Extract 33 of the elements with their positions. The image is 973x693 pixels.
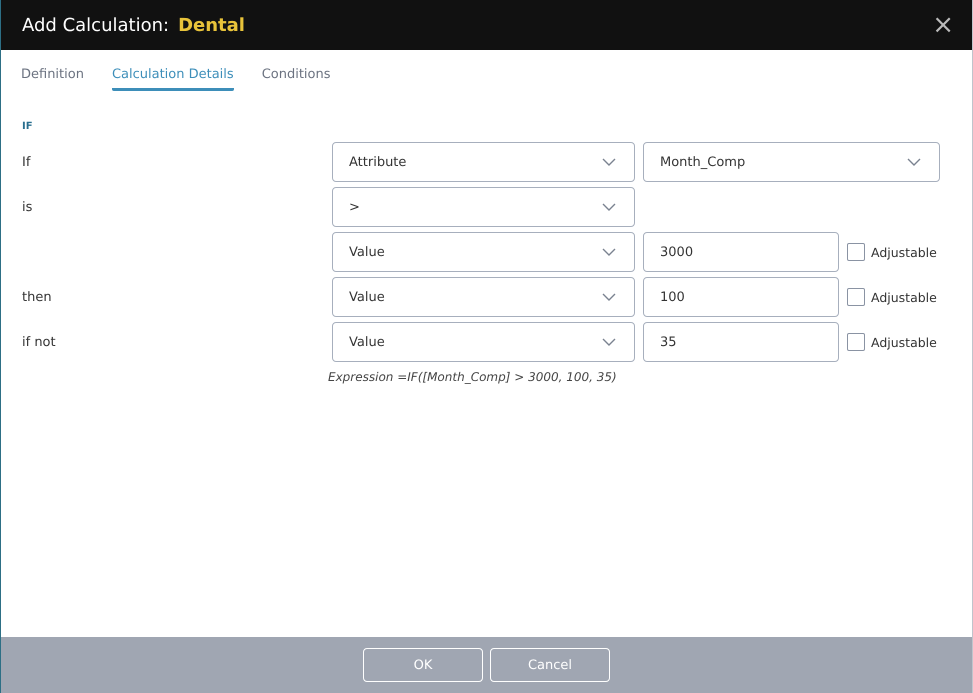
value-field[interactable]: 100 [643,277,839,317]
row-label: then [22,290,52,304]
dropdown[interactable]: Value [332,322,635,362]
chevron-down-icon [602,248,616,256]
dropdown[interactable]: Attribute [332,142,635,182]
checkbox-label: Adjustable [871,290,937,304]
chevron-down-icon [602,158,616,166]
checkbox-label: Adjustable [871,334,937,350]
row-label: If [22,154,30,170]
dropdown[interactable]: Value [332,232,635,272]
window-title: Add Calculation: [22,14,170,36]
checkbox[interactable] [847,243,865,261]
tab[interactable]: Calculation Details [112,65,234,91]
expression-text: Expression =IF([Month_Comp] > 3000, 100, 35) [328,370,618,384]
chevron-down-icon [602,293,616,301]
row-label: is [22,200,32,214]
tab[interactable]: Definition [21,65,84,91]
checkbox[interactable] [847,333,865,351]
dropdown[interactable]: Month_Comp [643,142,940,182]
chevron-down-icon [602,203,616,211]
value-field[interactable]: 35 [643,322,839,362]
calculation-name: Dental [178,14,245,36]
dropdown[interactable]: > [332,187,635,227]
checkbox-label: Adjustable [871,244,937,260]
chevron-down-icon [602,338,616,346]
dropdown[interactable]: Value [332,277,635,317]
close-button[interactable]: × [932,12,954,38]
row-label: if not [22,334,56,350]
value-field[interactable]: 3000 [643,232,839,272]
chevron-down-icon [907,158,921,166]
tab[interactable]: Conditions [262,65,330,91]
section-heading: IF [22,121,34,132]
checkbox[interactable] [847,288,865,306]
